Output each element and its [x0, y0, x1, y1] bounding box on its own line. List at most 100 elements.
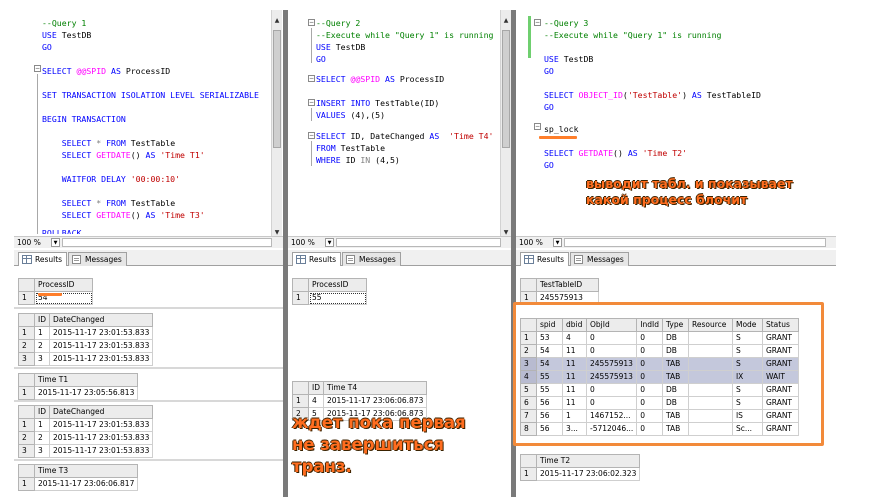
tab-results[interactable]: Results	[18, 252, 68, 266]
zoom-dropdown-icon[interactable]: ▼	[325, 238, 334, 247]
collapse-toggle-icon[interactable]: −	[308, 75, 315, 82]
tab-results[interactable]: Results	[292, 252, 342, 266]
code-line-q1-18: ROLLBACK	[42, 228, 82, 234]
collapse-toggle-icon[interactable]: −	[308, 19, 315, 26]
code-fold-line	[311, 141, 312, 166]
scrollbar-thumb[interactable]	[502, 30, 510, 148]
table-row[interactable]: 2 2 2015-11-17 23:01:53.833	[18, 431, 154, 445]
code-line-q3-7: GO	[544, 102, 554, 112]
results-tabstrip: Results Messages	[516, 250, 836, 266]
grid-icon	[296, 255, 306, 264]
table-row[interactable]: 1 55	[292, 291, 367, 305]
sp-lock-results-highlight-box	[513, 302, 824, 446]
zoom-bar: 100 % ▼	[516, 236, 836, 248]
code-line-q2-0: --Query 2	[316, 18, 361, 28]
tab-messages[interactable]: Messages	[570, 252, 629, 266]
result-grid-time-t1: Time T1 1 2015-11-17 23:05:56.813	[18, 373, 139, 400]
code-line-q2-2: USE TestDB	[316, 42, 366, 52]
collapse-toggle-icon[interactable]: −	[308, 99, 315, 106]
grid-icon	[22, 255, 32, 264]
results-pane-1: ProcessID 1 54 ID DateChanged 1 1 2015-11-17…	[14, 267, 283, 497]
code-line-q1-16: SELECT GETDATE() AS 'Time T3'	[61, 210, 205, 220]
tab-results[interactable]: Results	[520, 252, 570, 266]
code-line-q2-3: GO	[316, 54, 326, 64]
code-line-q3-12: GO	[544, 160, 554, 170]
zoom-level[interactable]: 100 %	[291, 237, 315, 248]
table-row[interactable]: 1 1 2015-11-17 23:01:53.833	[18, 418, 154, 432]
query-editor-1[interactable]: − --Query 1 USE TestDB GO SELECT @@SPID …	[14, 10, 272, 234]
result-grid-processid: ProcessID 1 54	[18, 278, 93, 305]
table-row[interactable]: 3 3 2015-11-17 23:01:53.833	[18, 444, 154, 458]
code-fold-line	[311, 108, 312, 121]
code-line-q3-4: GO	[544, 66, 554, 76]
horizontal-scrollbar[interactable]	[336, 238, 501, 247]
code-line-q3-9: sp_lock	[544, 124, 579, 134]
query-editor-2[interactable]: − − − − --Query 2 --Execute while "Query…	[288, 10, 498, 234]
table-row[interactable]: 1 2015-11-17 23:06:06.817	[18, 477, 139, 491]
code-fold-line	[311, 28, 312, 63]
code-line-q3-3: USE TestDB	[544, 54, 594, 64]
zoom-dropdown-icon[interactable]: ▼	[553, 238, 562, 247]
processid-highlight-underline	[38, 293, 62, 296]
scroll-up-arrow-icon[interactable]: ▲	[501, 16, 511, 26]
code-line-q1-2: GO	[42, 42, 52, 52]
collapse-toggle-icon[interactable]: −	[534, 19, 541, 26]
horizontal-scrollbar[interactable]	[564, 238, 826, 247]
results-tabstrip: Results Messages	[288, 250, 511, 266]
grid-splitter[interactable]	[14, 400, 283, 402]
code-line-q1-0: --Query 1	[42, 18, 87, 28]
collapse-toggle-icon[interactable]: −	[308, 132, 315, 139]
table-row[interactable]: 2 2 2015-11-17 23:01:53.833	[18, 339, 154, 353]
result-grid-testtable-2: ID DateChanged 1 1 2015-11-17 23:01:53.833 …	[18, 405, 154, 458]
tab-messages[interactable]: Messages	[342, 252, 401, 266]
result-grid-processid: ProcessID 1 55	[292, 278, 367, 305]
code-line-q1-10: SELECT * FROM TestTable	[61, 138, 176, 148]
code-line-q1-13: WAITFOR DELAY '00:00:10'	[61, 174, 181, 184]
table-row[interactable]: 1 1 2015-11-17 23:01:53.833	[18, 326, 154, 340]
table-row[interactable]: 1 2015-11-17 23:05:56.813	[18, 386, 139, 400]
horizontal-scrollbar[interactable]	[62, 238, 272, 247]
grid-splitter[interactable]	[14, 459, 283, 461]
tab-messages[interactable]: Messages	[68, 252, 127, 266]
zoom-level[interactable]: 100 %	[519, 237, 543, 248]
zoom-bar: 100 % ▼	[288, 236, 511, 248]
result-grid-time-t3: Time T3 1 2015-11-17 23:06:06.817	[18, 464, 139, 491]
code-line-q2-8: VALUES (4),(5)	[316, 110, 386, 120]
code-line-q1-8: BEGIN TRANSACTION	[42, 114, 126, 124]
editor-vertical-scrollbar[interactable]: ▲ ▼	[271, 10, 282, 242]
code-line-q3-0: --Query 3	[544, 18, 589, 28]
result-grid-time-t2: Time T2 1 2015-11-17 23:06:02.323	[520, 454, 641, 481]
code-line-q3-11: SELECT GETDATE() AS 'Time T2'	[544, 148, 687, 158]
wait-note-annotation: ждет пока первая не завершиться транз.	[292, 413, 466, 476]
grid-splitter[interactable]	[14, 367, 283, 369]
zoom-level[interactable]: 100 %	[17, 237, 41, 248]
table-row[interactable]: 3 3 2015-11-17 23:01:53.833	[18, 352, 154, 366]
code-line-q1-11: SELECT GETDATE() AS 'Time T1'	[61, 150, 205, 160]
sp-lock-highlight-underline	[539, 136, 577, 139]
zoom-bar: 100 % ▼	[14, 236, 283, 248]
code-line-q1-1: USE TestDB	[42, 30, 92, 40]
code-fold-line	[37, 74, 38, 234]
results-tabstrip: Results Messages	[14, 250, 283, 266]
scrollbar-thumb[interactable]	[273, 30, 281, 148]
zoom-dropdown-icon[interactable]: ▼	[51, 238, 60, 247]
code-line-q2-1: --Execute while "Query 1" is running	[316, 30, 494, 40]
code-line-q1-15: SELECT * FROM TestTable	[61, 198, 176, 208]
grid-icon	[524, 255, 534, 264]
messages-icon	[346, 255, 355, 264]
table-row[interactable]: 1 4 2015-11-17 23:06:06.873	[292, 394, 428, 408]
scroll-up-arrow-icon[interactable]: ▲	[272, 16, 282, 26]
change-marker	[528, 16, 531, 58]
code-line-q1-4: SELECT @@SPID AS ProcessID	[42, 66, 171, 76]
table-row[interactable]: 1 2015-11-17 23:06:02.323	[520, 467, 641, 481]
grid-splitter[interactable]	[14, 307, 283, 309]
code-line-q2-10: SELECT ID, DateChanged AS 'Time T4'	[316, 131, 494, 141]
code-line-q2-11: FROM TestTable	[316, 143, 386, 153]
code-line-q3-6: SELECT OBJECT_ID('TestTable') AS TestTab…	[544, 90, 761, 100]
result-grid-testtableid: TestTableID 1 245575913	[520, 278, 599, 305]
code-line-q2-12: WHERE ID IN (4,5)	[316, 155, 400, 165]
query-window-1: − --Query 1 USE TestDB GO SELECT @@SPID …	[14, 10, 283, 497]
collapse-toggle-icon[interactable]: −	[534, 123, 541, 130]
editor-vertical-scrollbar[interactable]: ▲ ▼	[500, 10, 511, 242]
collapse-toggle-icon[interactable]: −	[34, 65, 41, 72]
